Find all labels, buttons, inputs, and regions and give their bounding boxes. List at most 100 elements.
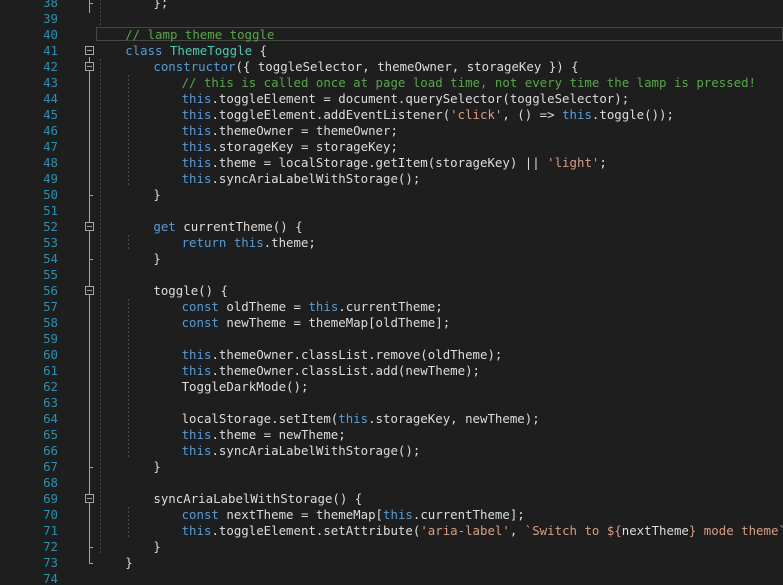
line-code: };	[153, 0, 168, 11]
code-line[interactable]: 61 this.themeOwner.classList.add(newTheme…	[0, 363, 783, 379]
line-code: this.theme = localStorage.getItem(storag…	[182, 155, 607, 171]
collapse-icon[interactable]	[85, 222, 94, 231]
collapse-icon[interactable]	[85, 62, 94, 71]
collapse-icon[interactable]	[85, 494, 94, 503]
code-line[interactable]: 71 this.toggleElement.setAttribute('aria-…	[0, 523, 783, 539]
code-line[interactable]: 67}	[0, 459, 783, 475]
code-line[interactable]: 42 constructor({ toggleSelector, themeOwn…	[0, 59, 783, 75]
code-token: this	[308, 299, 339, 314]
code-token: .toggleElement.setAttribute(	[211, 523, 421, 538]
code-line[interactable]: 56 toggle() {	[0, 283, 783, 299]
code-token: `Switch to ${	[524, 523, 622, 538]
code-line[interactable]: 48 this.theme = localStorage.getItem(stor…	[0, 155, 783, 171]
code-line[interactable]: 40 // lamp theme toggle	[0, 27, 783, 43]
code-token: }	[153, 187, 161, 202]
code-line[interactable]: 41 class ThemeToggle {	[0, 43, 783, 59]
code-line[interactable]: 74	[0, 571, 783, 585]
code-line[interactable]: 49 this.syncAriaLabelWithStorage();	[0, 171, 783, 187]
code-line[interactable]: 54}	[0, 251, 783, 267]
line-number: 62	[43, 379, 58, 394]
line-code: this.syncAriaLabelWithStorage();	[182, 171, 421, 187]
code-token: this	[181, 139, 212, 154]
line-code: syncAriaLabelWithStorage() {	[153, 491, 362, 507]
code-line[interactable]: 59	[0, 331, 783, 347]
code-token: .theme;	[263, 235, 316, 250]
line-code: }	[153, 539, 160, 555]
line-number: 42	[43, 59, 58, 74]
code-line[interactable]: 45 this.toggleElement.addEventListener('c…	[0, 107, 783, 123]
line-code: this.themeOwner.classList.remove(oldThem…	[182, 347, 503, 363]
collapse-icon[interactable]	[85, 46, 94, 55]
code-token: this	[181, 171, 212, 186]
code-line[interactable]: 63	[0, 395, 783, 411]
code-token: .currentTheme];	[412, 507, 525, 522]
code-token: const	[181, 315, 219, 330]
code-token: this	[233, 235, 264, 250]
code-token: this	[562, 107, 592, 122]
code-line[interactable]: 57 const oldTheme = this.currentTheme;	[0, 299, 783, 315]
code-token: .themeOwner.classList.remove(oldTheme);	[211, 347, 503, 362]
code-line[interactable]: 43 // this is called once at page load ti…	[0, 75, 783, 91]
code-line[interactable]: 46 this.themeOwner = themeOwner;	[0, 123, 783, 139]
code-token: this	[383, 507, 413, 522]
code-line[interactable]: 65 this.theme = newTheme;	[0, 427, 783, 443]
code-token: this	[181, 347, 212, 362]
code-editor[interactable]: 38}; 39 40// lamp theme toggle 41 class Them…	[0, 0, 783, 585]
collapse-icon[interactable]	[85, 286, 94, 295]
code-line[interactable]: 60 this.themeOwner.classList.remove(oldTh…	[0, 347, 783, 363]
line-code: class ThemeToggle {	[125, 43, 267, 59]
code-token: .currentTheme;	[338, 299, 443, 314]
code-line[interactable]: 64 localStorage.setItem(this.storageKey, …	[0, 411, 783, 427]
line-number: 73	[43, 555, 58, 570]
line-code: const nextTheme = themeMap[this.currentT…	[182, 507, 525, 523]
line-number: 46	[43, 123, 58, 138]
code-line[interactable]: 66 this.syncAriaLabelWithStorage();	[0, 443, 783, 459]
line-code: this.theme = newTheme;	[182, 427, 346, 443]
line-number: 53	[43, 235, 58, 250]
code-token: .theme = localStorage.getItem(storageKey…	[211, 155, 548, 170]
line-number: 66	[43, 443, 58, 458]
code-token: this	[338, 411, 369, 426]
line-code: }	[125, 555, 132, 571]
code-line[interactable]: 68	[0, 475, 783, 491]
line-number: 54	[43, 251, 58, 266]
code-line[interactable]: 51	[0, 203, 783, 219]
code-token: constructor	[153, 59, 236, 74]
code-token: ({ toggleSelector, themeOwner, storageKe…	[235, 59, 579, 74]
code-line[interactable]: 55	[0, 267, 783, 283]
line-number: 59	[43, 331, 58, 346]
code-line[interactable]: 53 return this.theme;	[0, 235, 783, 251]
code-token: }	[153, 539, 161, 554]
code-line[interactable]: 52 get currentTheme() {	[0, 219, 783, 235]
line-number: 56	[43, 283, 58, 298]
code-token: const	[181, 507, 219, 522]
code-line[interactable]: 70 const nextTheme = themeMap[this.curren…	[0, 507, 783, 523]
code-line[interactable]: 47 this.storageKey = storageKey;	[0, 139, 783, 155]
line-code: toggle() {	[153, 283, 228, 299]
code-token: .storageKey, newTheme);	[368, 411, 540, 426]
code-line[interactable]: 72}	[0, 539, 783, 555]
code-token: // lamp theme toggle	[125, 27, 275, 42]
line-code: constructor({ toggleSelector, themeOwner…	[153, 59, 578, 75]
code-token: .storageKey = storageKey;	[211, 139, 398, 154]
line-code: }	[153, 251, 160, 267]
code-token: }	[125, 555, 133, 570]
line-number: 43	[43, 75, 58, 90]
code-line[interactable]: 62 ToggleDarkMode();	[0, 379, 783, 395]
code-line[interactable]: 73}	[0, 555, 783, 571]
code-line[interactable]: 44 this.toggleElement = document.querySel…	[0, 91, 783, 107]
code-line[interactable]: 58 const newTheme = themeMap[oldTheme];	[0, 315, 783, 331]
code-line[interactable]: 50}	[0, 187, 783, 203]
code-line[interactable]: 39	[0, 11, 783, 27]
line-number: 41	[43, 43, 58, 58]
line-code: // this is called once at page load time…	[182, 75, 756, 91]
code-line[interactable]: 38};	[0, 0, 783, 11]
line-number: 70	[43, 507, 58, 522]
line-code: // lamp theme toggle	[125, 27, 274, 43]
line-number: 48	[43, 155, 58, 170]
code-token: .syncAriaLabelWithStorage();	[211, 443, 421, 458]
code-token: ThemeToggle	[169, 43, 253, 58]
line-code: this.toggleElement.addEventListener('cli…	[182, 107, 674, 123]
code-line[interactable]: 69 syncAriaLabelWithStorage() {	[0, 491, 783, 507]
